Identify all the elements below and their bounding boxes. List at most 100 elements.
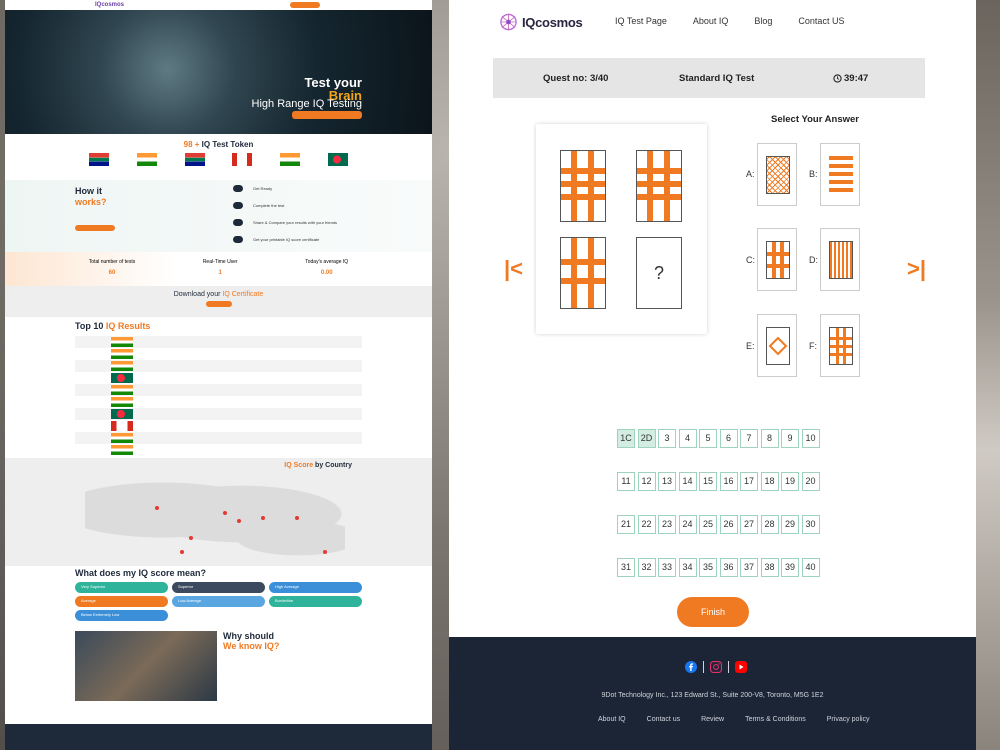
answer-option-e[interactable] (757, 314, 797, 377)
question-button[interactable]: 23 (658, 515, 676, 534)
stats-strip: Total number of tests 60 Real-Time User 1 … (5, 252, 432, 286)
footer-link-contact[interactable]: Contact us (647, 716, 680, 723)
facebook-icon[interactable] (685, 661, 697, 673)
question-button[interactable]: 16 (719, 472, 738, 491)
finish-button[interactable]: Finish (677, 597, 749, 627)
answer-option-a[interactable] (757, 143, 797, 206)
preview-cta-button[interactable] (290, 2, 320, 8)
question-button[interactable]: 12 (637, 472, 656, 491)
question-button[interactable]: 15 (699, 472, 717, 491)
question-button[interactable]: 29 (781, 515, 799, 534)
flag-india-2 (280, 153, 301, 166)
answer-option-c[interactable] (757, 228, 797, 291)
hero-banner: Test your Brain High Range IQ Testing (5, 10, 432, 134)
why-video-thumbnail[interactable] (75, 631, 217, 701)
timer: 39:47 (833, 73, 868, 84)
footer-link-review[interactable]: Review (701, 716, 724, 723)
top10-title: Top 10 IQ Results (75, 321, 151, 331)
question-button[interactable]: 38 (760, 558, 779, 577)
option-c-label: C: (746, 255, 755, 265)
question-button[interactable]: 21 (617, 515, 635, 534)
question-button[interactable]: 33 (658, 558, 676, 577)
top10-table (75, 336, 362, 456)
answer-option-f[interactable] (820, 314, 860, 377)
question-button[interactable]: 24 (678, 515, 697, 534)
question-button[interactable]: 11 (617, 472, 635, 491)
logo[interactable]: IQcosmos (499, 11, 583, 33)
nav-contact-us[interactable]: Contact US (798, 16, 844, 26)
question-button[interactable]: 7 (740, 429, 758, 448)
previous-arrow-icon[interactable]: |< (504, 256, 523, 282)
question-button[interactable]: 40 (801, 558, 820, 577)
answer-option-b[interactable] (820, 143, 860, 206)
nav-about-iq[interactable]: About IQ (693, 16, 729, 26)
question-button[interactable]: 19 (781, 472, 799, 491)
hero-start-button[interactable] (292, 111, 362, 119)
stat-average-iq: Today's average IQ 0.00 (305, 259, 349, 276)
why-title: Why should We know IQ? (223, 631, 280, 651)
footer-link-about[interactable]: About IQ (598, 716, 626, 723)
iq-category-pill: Below Extremely Low (75, 610, 168, 621)
iq-category-pill: Very Superior (75, 582, 168, 593)
question-number: Quest no: 3/40 (543, 72, 609, 84)
question-button[interactable]: 31 (617, 558, 635, 577)
question-button[interactable]: 28 (760, 515, 779, 534)
map-pin (295, 516, 299, 520)
question-button[interactable]: 36 (719, 558, 738, 577)
preview-navbar: IQcosmos (5, 0, 432, 10)
question-button[interactable]: 32 (637, 558, 656, 577)
question-button[interactable]: 39 (781, 558, 799, 577)
footer-link-privacy[interactable]: Privacy policy (827, 716, 870, 723)
instagram-icon[interactable] (710, 661, 722, 673)
question-button[interactable]: 4 (678, 429, 697, 448)
iq-category-pill: Average (75, 596, 168, 607)
question-button[interactable]: 9 (781, 429, 799, 448)
question-button[interactable]: 37 (740, 558, 758, 577)
background-edge (975, 0, 1000, 750)
question-button[interactable]: 18 (760, 472, 779, 491)
question-button[interactable]: 34 (678, 558, 697, 577)
iq-meaning-title: What does my IQ score mean? (75, 568, 207, 578)
question-button[interactable]: 6 (719, 429, 738, 448)
social-divider (728, 661, 729, 673)
question-button[interactable]: 2D (637, 429, 656, 448)
option-b-label: B: (809, 169, 818, 179)
question-button[interactable]: 3 (658, 429, 676, 448)
answer-option-d[interactable] (820, 228, 860, 291)
question-button[interactable]: 1C (617, 429, 635, 448)
map-pin (180, 550, 184, 554)
how-step-3: Share & Compare your results with your f… (233, 219, 337, 226)
iq-test-page: IQcosmos IQ Test Page About IQ Blog Cont… (449, 0, 976, 750)
next-arrow-icon[interactable]: >| (907, 256, 926, 282)
nav-blog[interactable]: Blog (754, 16, 772, 26)
nav-iq-test-page[interactable]: IQ Test Page (615, 16, 667, 26)
table-row (75, 408, 362, 420)
question-button[interactable]: 20 (801, 472, 820, 491)
footer-link-terms[interactable]: Terms & Conditions (745, 716, 806, 723)
how-step-4: Get your printable IQ score certificate (233, 236, 319, 243)
header: IQcosmos IQ Test Page About IQ Blog Cont… (449, 0, 976, 48)
question-button[interactable]: 5 (699, 429, 717, 448)
youtube-icon[interactable] (735, 661, 747, 673)
iq-category-pills: Very Superior Superior High Average Average… (75, 582, 362, 621)
question-button[interactable]: 8 (760, 429, 779, 448)
question-button[interactable]: 17 (740, 472, 758, 491)
question-button[interactable]: 10 (801, 429, 820, 448)
question-button[interactable]: 13 (658, 472, 676, 491)
certificate-button[interactable] (205, 301, 232, 307)
question-button[interactable]: 14 (678, 472, 697, 491)
brand-name: IQcosmos (522, 14, 583, 30)
question-button[interactable]: 30 (801, 515, 820, 534)
table-row (75, 444, 362, 456)
map-pin (189, 536, 193, 540)
question-button[interactable]: 26 (719, 515, 738, 534)
question-button[interactable]: 27 (740, 515, 758, 534)
question-button[interactable]: 35 (699, 558, 717, 577)
matrix-cell-1 (560, 150, 606, 222)
question-button[interactable]: 25 (699, 515, 717, 534)
question-button[interactable]: 22 (637, 515, 656, 534)
option-d-label: D: (809, 255, 818, 265)
social-links (685, 661, 747, 673)
how-start-button[interactable] (75, 225, 115, 231)
matrix-cell-2 (636, 150, 682, 222)
